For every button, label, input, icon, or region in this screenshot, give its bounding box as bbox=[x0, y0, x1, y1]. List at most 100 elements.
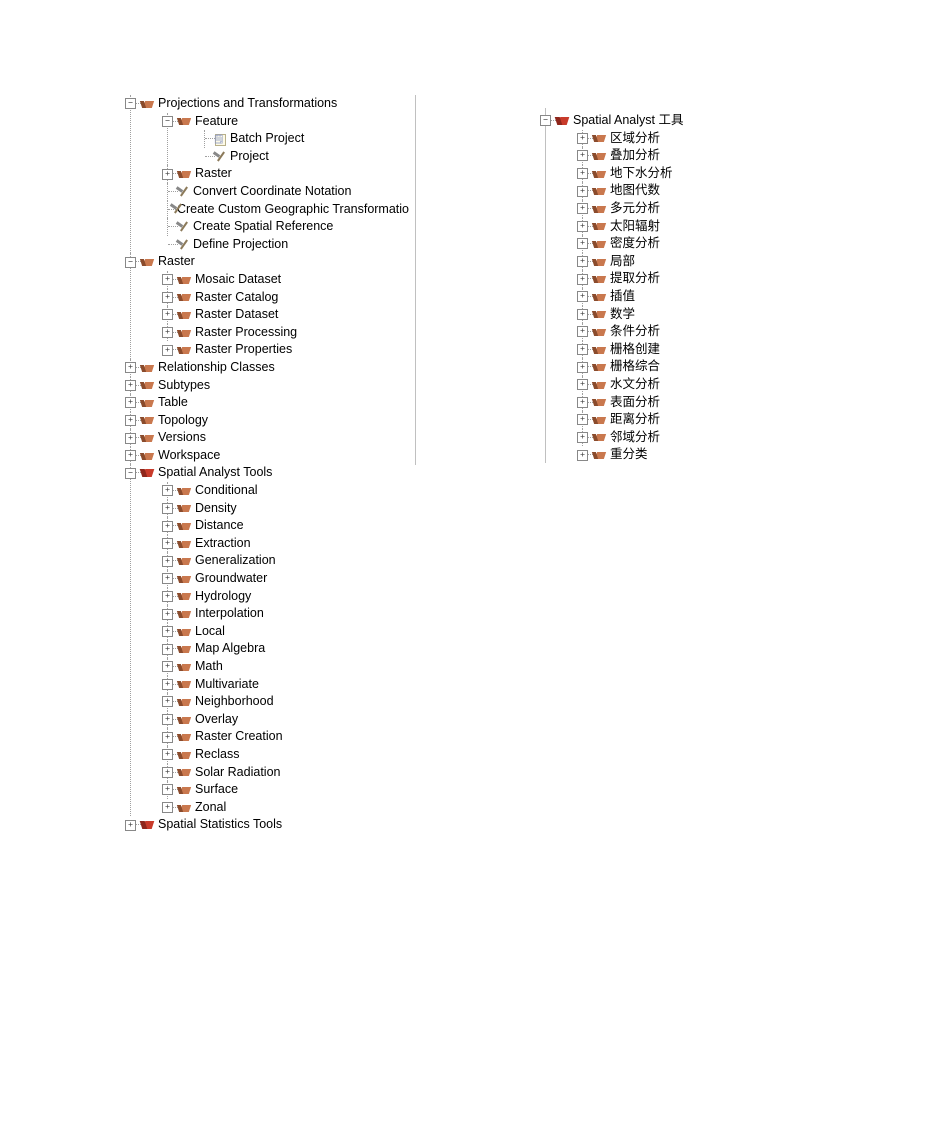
tree-node[interactable]: +Groundwater bbox=[167, 570, 415, 588]
tree-row[interactable]: +Mosaic Dataset bbox=[188, 271, 415, 289]
tree-node[interactable]: +多元分析 bbox=[582, 200, 805, 218]
expand-icon[interactable]: + bbox=[577, 450, 588, 461]
tree-row[interactable]: +Topology bbox=[151, 412, 415, 430]
tree-label[interactable]: Raster Catalog bbox=[195, 289, 284, 307]
tree-node[interactable]: +Distance bbox=[167, 517, 415, 535]
tree-node[interactable]: Create Custom Geographic Transformatio bbox=[167, 201, 415, 219]
tree-label[interactable]: Map Algebra bbox=[195, 640, 271, 658]
tree-row[interactable]: +插值 bbox=[603, 288, 805, 306]
tree-node[interactable]: Project bbox=[204, 148, 415, 166]
tree-row[interactable]: +Workspace bbox=[151, 447, 415, 465]
tree-node[interactable]: +重分类 bbox=[582, 446, 805, 464]
tree-label[interactable]: Interpolation bbox=[195, 605, 270, 623]
expand-icon[interactable]: + bbox=[162, 521, 173, 532]
expand-icon[interactable]: + bbox=[162, 292, 173, 303]
tree-row[interactable]: +距离分析 bbox=[603, 411, 805, 429]
expand-icon[interactable]: + bbox=[577, 168, 588, 179]
tree-label[interactable]: Define Projection bbox=[193, 236, 294, 254]
tree-row[interactable]: +Raster Properties bbox=[188, 341, 415, 359]
tree-node[interactable]: +Subtypes bbox=[130, 377, 415, 395]
tree-node[interactable]: +Raster Creation bbox=[167, 728, 415, 746]
tree-row[interactable]: Create Custom Geographic Transformatio bbox=[188, 201, 415, 219]
tree-node[interactable]: +Raster bbox=[167, 165, 415, 183]
expand-icon[interactable]: + bbox=[125, 433, 136, 444]
tree-label[interactable]: Subtypes bbox=[158, 377, 216, 395]
tree-node[interactable]: +距离分析 bbox=[582, 411, 805, 429]
tree-row[interactable]: −Feature bbox=[188, 113, 415, 131]
expand-icon[interactable]: + bbox=[162, 573, 173, 584]
collapse-icon[interactable]: − bbox=[125, 468, 136, 479]
expand-icon[interactable]: + bbox=[577, 414, 588, 425]
tree-label[interactable]: Raster Creation bbox=[195, 728, 289, 746]
tree-label[interactable]: 数学 bbox=[610, 306, 641, 324]
expand-icon[interactable]: + bbox=[162, 661, 173, 672]
expand-icon[interactable]: + bbox=[162, 767, 173, 778]
tree-node[interactable]: +条件分析 bbox=[582, 323, 805, 341]
tree-label[interactable]: Mosaic Dataset bbox=[195, 271, 287, 289]
tree-row[interactable]: +Subtypes bbox=[151, 377, 415, 395]
tree-row[interactable]: Create Spatial Reference bbox=[188, 218, 415, 236]
tree-row[interactable]: +Extraction bbox=[188, 535, 415, 553]
expand-icon[interactable]: + bbox=[125, 362, 136, 373]
tree-row[interactable]: +Relationship Classes bbox=[151, 359, 415, 377]
tree-node[interactable]: +Raster Processing bbox=[167, 324, 415, 342]
tree-label[interactable]: Solar Radiation bbox=[195, 764, 286, 782]
tree-node[interactable]: −Spatial Analyst 工具+区域分析+叠加分析+地下水分析+地图代数… bbox=[545, 112, 805, 464]
tree-row[interactable]: +Zonal bbox=[188, 799, 415, 817]
tree-node[interactable]: +数学 bbox=[582, 306, 805, 324]
expand-icon[interactable]: + bbox=[577, 133, 588, 144]
tree-label[interactable]: Reclass bbox=[195, 746, 245, 764]
tree-label[interactable]: 距离分析 bbox=[610, 411, 666, 429]
expand-icon[interactable]: + bbox=[162, 784, 173, 795]
tree-label[interactable]: 叠加分析 bbox=[610, 147, 666, 165]
expand-icon[interactable]: + bbox=[577, 397, 588, 408]
tree-row[interactable]: +Neighborhood bbox=[188, 693, 415, 711]
tree-label[interactable]: 条件分析 bbox=[610, 323, 666, 341]
tree-row[interactable]: +Distance bbox=[188, 517, 415, 535]
tree-label[interactable]: Spatial Statistics Tools bbox=[158, 816, 288, 834]
tree-row[interactable]: +Density bbox=[188, 500, 415, 518]
tree-label[interactable]: Conditional bbox=[195, 482, 264, 500]
tree-label[interactable]: 栅格综合 bbox=[610, 358, 666, 376]
tree-label[interactable]: 地图代数 bbox=[610, 182, 666, 200]
tree-row[interactable]: +表面分析 bbox=[603, 394, 805, 412]
expand-icon[interactable]: + bbox=[577, 362, 588, 373]
tree-node[interactable]: +Solar Radiation bbox=[167, 764, 415, 782]
expand-icon[interactable]: + bbox=[125, 415, 136, 426]
tree-row[interactable]: +Multivariate bbox=[188, 676, 415, 694]
tree-row[interactable]: +Spatial Statistics Tools bbox=[151, 816, 415, 834]
expand-icon[interactable]: + bbox=[577, 238, 588, 249]
expand-icon[interactable]: + bbox=[577, 291, 588, 302]
tree-label[interactable]: Create Custom Geographic Transformatio bbox=[177, 201, 415, 219]
expand-icon[interactable]: + bbox=[125, 397, 136, 408]
expand-icon[interactable]: + bbox=[162, 696, 173, 707]
expand-icon[interactable]: + bbox=[162, 327, 173, 338]
tree-label[interactable]: Raster Properties bbox=[195, 341, 298, 359]
tree-node[interactable]: +Math bbox=[167, 658, 415, 676]
tree-node[interactable]: Define Projection bbox=[167, 236, 415, 254]
tree-view-left[interactable]: −Projections and Transformations−Feature… bbox=[130, 95, 415, 834]
tree-label[interactable]: Zonal bbox=[195, 799, 232, 817]
tree-row[interactable]: +栅格综合 bbox=[603, 358, 805, 376]
expand-icon[interactable]: + bbox=[577, 344, 588, 355]
tree-label[interactable]: Topology bbox=[158, 412, 214, 430]
tree-label[interactable]: Math bbox=[195, 658, 229, 676]
tree-node[interactable]: +Extraction bbox=[167, 535, 415, 553]
tree-row[interactable]: +Raster Processing bbox=[188, 324, 415, 342]
tree-node[interactable]: +Neighborhood bbox=[167, 693, 415, 711]
tree-node[interactable]: −Spatial Analyst Tools+Conditional+Densi… bbox=[130, 464, 415, 816]
tree-label[interactable]: Extraction bbox=[195, 535, 257, 553]
tree-node[interactable]: +Hydrology bbox=[167, 588, 415, 606]
tree-row[interactable]: +Table bbox=[151, 394, 415, 412]
tree-node[interactable]: Convert Coordinate Notation bbox=[167, 183, 415, 201]
tree-label[interactable]: Raster Dataset bbox=[195, 306, 284, 324]
tree-row[interactable]: +Solar Radiation bbox=[188, 764, 415, 782]
expand-icon[interactable]: + bbox=[577, 309, 588, 320]
tree-label[interactable]: Spatial Analyst 工具 bbox=[573, 112, 689, 130]
tree-row[interactable]: +Groundwater bbox=[188, 570, 415, 588]
tree-label[interactable]: 多元分析 bbox=[610, 200, 666, 218]
tree-node[interactable]: −Raster+Mosaic Dataset+Raster Catalog+Ra… bbox=[130, 253, 415, 359]
expand-icon[interactable]: + bbox=[125, 450, 136, 461]
tree-label[interactable]: Create Spatial Reference bbox=[193, 218, 339, 236]
tree-row[interactable]: +区域分析 bbox=[603, 130, 805, 148]
